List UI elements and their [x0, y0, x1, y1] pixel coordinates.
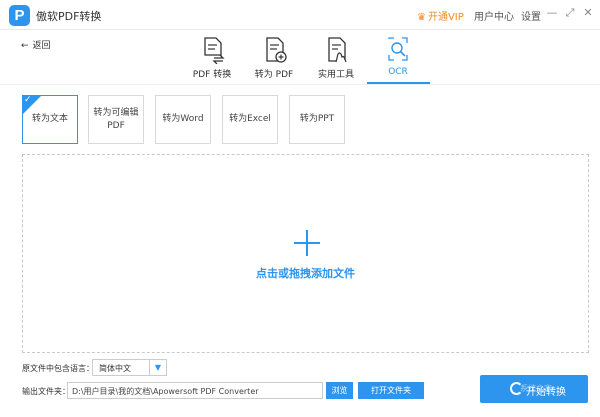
chevron-down-icon: ▼ — [149, 360, 166, 375]
option-label: 转为文本 — [31, 114, 68, 124]
plus-icon — [294, 230, 320, 256]
language-value: 简体中文 — [99, 364, 131, 373]
option-label: 转为Word — [162, 114, 204, 124]
vip-button[interactable]: ♛ 开通VIP — [417, 8, 464, 23]
title-bar: P 傲软PDF转换 ♛ 开通VIP 用户中心 设置 — ⤢ ✕ — [0, 0, 600, 30]
user-center-link[interactable]: 用户中心 — [474, 8, 514, 23]
option-to-editable-pdf[interactable]: 转为可编辑PDF — [88, 95, 144, 144]
tab-ocr[interactable]: OCR — [367, 34, 429, 84]
output-path-field[interactable]: D:\用户目录\我的文档\Apowersoft PDF Converter — [67, 382, 323, 399]
tab-label: OCR — [388, 67, 408, 77]
file-drop-zone[interactable]: 点击或拖拽添加文件 — [22, 154, 589, 353]
check-icon: ✓ — [24, 95, 32, 105]
drop-zone-text: 点击或拖拽添加文件 — [256, 267, 355, 280]
tools-icon — [328, 37, 347, 63]
browse-button[interactable]: 浏览 — [326, 382, 353, 399]
tab-label: 转为 PDF — [254, 70, 294, 80]
tab-pdf-convert[interactable]: PDF 转换 — [181, 34, 243, 84]
minimize-button[interactable]: — — [545, 6, 559, 20]
language-label: 原文件中包含语言： — [22, 364, 94, 373]
option-to-ppt[interactable]: 转为PPT — [289, 95, 345, 144]
app-title: 傲软PDF转换 — [36, 10, 102, 23]
tab-label: PDF 转换 — [192, 70, 232, 80]
arrow-left-icon: ← — [21, 41, 29, 51]
tab-label: 实用工具 — [317, 70, 354, 80]
to-pdf-icon — [266, 37, 287, 63]
settings-link[interactable]: 设置 — [521, 8, 541, 23]
option-to-text[interactable]: ✓ 转为文本 — [22, 95, 78, 144]
maximize-button[interactable]: ⤢ — [563, 6, 577, 20]
ocr-icon — [388, 37, 408, 61]
tab-tools[interactable]: 实用工具 — [305, 34, 367, 84]
open-folder-button[interactable]: 打开文件夹 — [358, 382, 424, 399]
language-select[interactable]: 简体中文 ▼ — [92, 359, 167, 376]
app-logo: P — [9, 5, 30, 26]
vip-label: 开通VIP — [427, 12, 464, 23]
back-label: 返回 — [32, 41, 51, 51]
option-label: 转为PPT — [299, 114, 335, 124]
back-button[interactable]: ← 返回 — [21, 38, 51, 51]
tab-to-pdf[interactable]: 转为 PDF — [243, 34, 305, 84]
output-folder-label: 输出文件夹： — [22, 387, 70, 396]
option-to-word[interactable]: 转为Word — [155, 95, 211, 144]
option-label: 转为Excel — [229, 114, 271, 124]
crown-icon: ♛ — [417, 12, 426, 23]
active-tab-indicator — [367, 82, 430, 84]
close-button[interactable]: ✕ — [581, 6, 595, 20]
tab-divider — [0, 84, 600, 85]
watermark: 系统之家 — [520, 384, 552, 393]
option-label: 转为可编辑PDF — [93, 107, 139, 131]
option-to-excel[interactable]: 转为Excel — [222, 95, 278, 144]
pdf-convert-icon — [204, 37, 225, 64]
